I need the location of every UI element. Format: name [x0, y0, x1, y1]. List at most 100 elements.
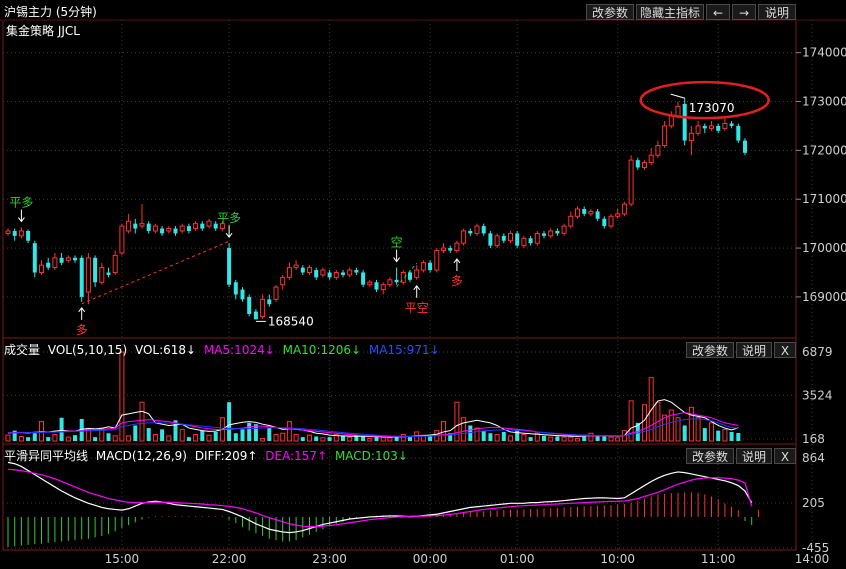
candle-body	[160, 228, 165, 234]
volume-bar	[240, 429, 245, 441]
candle-body	[341, 272, 345, 275]
volume-bar	[59, 417, 64, 441]
volume-bar	[729, 431, 734, 441]
candle-body	[253, 311, 258, 320]
volume-bar	[280, 432, 286, 442]
main-params-button[interactable]: 改参数	[586, 4, 634, 20]
volume-ma5-value: MA5:1024↓	[203, 343, 275, 357]
signal-label: 多	[76, 323, 88, 337]
volume-bar	[267, 428, 272, 441]
volume-close-icon[interactable]: X	[774, 342, 796, 358]
volume-tick-label: 3524	[802, 388, 833, 402]
candle-body	[39, 264, 44, 273]
volume-bar	[561, 436, 567, 442]
volume-params-button[interactable]: 改参数	[686, 342, 734, 358]
volume-bar	[327, 437, 332, 441]
volume-bar	[186, 437, 191, 441]
volume-bar	[387, 437, 393, 442]
candle-body	[668, 115, 674, 127]
candle-body	[474, 225, 480, 234]
volume-bar	[380, 436, 386, 442]
candle-body	[736, 125, 741, 141]
volume-bar	[548, 436, 554, 442]
candle-body	[286, 267, 292, 278]
candle-body	[79, 257, 84, 297]
macd-close-icon[interactable]: X	[774, 448, 796, 464]
candle-body	[146, 223, 151, 231]
volume-bar	[93, 437, 98, 441]
volume-bar	[501, 431, 506, 441]
main-help-button[interactable]: 说明	[758, 4, 796, 20]
candle-body	[106, 272, 111, 275]
volume-ma15-value: MA15:971↓	[368, 343, 440, 357]
candle-body	[186, 226, 191, 231]
candle-body	[515, 233, 520, 246]
main-panel-frame	[2, 19, 797, 339]
candle-body	[508, 232, 513, 242]
candle-body	[521, 237, 527, 247]
candle-body	[461, 230, 467, 244]
volume-bar	[273, 434, 279, 442]
volume-bar	[146, 428, 151, 441]
volume-bar	[320, 437, 326, 442]
price-tick-label: 169000	[802, 290, 846, 304]
candle-body	[85, 257, 91, 293]
volume-bar	[52, 434, 58, 442]
volume-bar	[361, 436, 366, 441]
candle-body	[52, 257, 58, 269]
candle-body	[247, 296, 252, 315]
time-tick-label: 15:00	[105, 552, 140, 566]
volume-help-button[interactable]: 说明	[736, 342, 772, 358]
candle-body	[635, 160, 640, 168]
candle-body	[112, 254, 118, 273]
volume-bar	[32, 433, 37, 441]
candle-body	[133, 223, 138, 229]
candle-body	[119, 225, 125, 254]
volume-bar	[139, 401, 145, 442]
volume-bar	[709, 422, 714, 442]
volume-bar	[247, 422, 252, 441]
candle-body	[414, 269, 420, 278]
candle-body	[582, 208, 587, 214]
time-tick-label: 10:00	[600, 552, 635, 566]
hide-main-indicator-button[interactable]: 隐藏主指标	[636, 4, 704, 20]
volume-bar	[126, 435, 132, 442]
candle-body	[501, 235, 506, 241]
candle-body	[528, 238, 533, 244]
candle-body	[695, 125, 701, 134]
candle-body	[93, 257, 98, 283]
volume-tick-label: 168	[802, 432, 825, 446]
candle-body	[361, 272, 366, 285]
candle-body	[743, 140, 747, 153]
volume-bar	[26, 437, 31, 441]
candle-body	[152, 225, 158, 232]
volume-bar	[106, 433, 111, 441]
volume-bar	[46, 437, 51, 441]
candle-body	[260, 298, 266, 317]
time-tick-label: 14:00	[795, 552, 830, 566]
candle-body	[179, 225, 185, 232]
candle-body	[434, 250, 440, 271]
signal-label: 多	[451, 274, 463, 288]
volume-bar	[307, 434, 312, 442]
candle-body	[99, 267, 105, 283]
time-tick-label: 01:00	[500, 552, 535, 566]
arrow-left-icon[interactable]: ←	[706, 4, 730, 20]
candle-body	[347, 269, 353, 276]
candle-body	[481, 226, 486, 234]
candle-body	[5, 230, 11, 234]
arrow-right-icon[interactable]: →	[732, 4, 756, 20]
candle-body	[675, 105, 681, 117]
signal-label: 平多	[9, 196, 33, 210]
volume-bar	[474, 427, 480, 442]
candle-body	[12, 230, 17, 236]
candle-body	[59, 257, 64, 263]
volume-bar	[166, 435, 172, 442]
strategy-label: 集金策略 JJCL	[6, 24, 80, 38]
candle-body	[642, 162, 647, 168]
time-tick-label: 22:00	[212, 552, 247, 566]
macd-params-button[interactable]: 改参数	[686, 448, 734, 464]
macd-help-button[interactable]: 说明	[736, 448, 772, 464]
volume-value: VOL:618↓	[134, 343, 197, 357]
volume-bar	[695, 417, 701, 442]
